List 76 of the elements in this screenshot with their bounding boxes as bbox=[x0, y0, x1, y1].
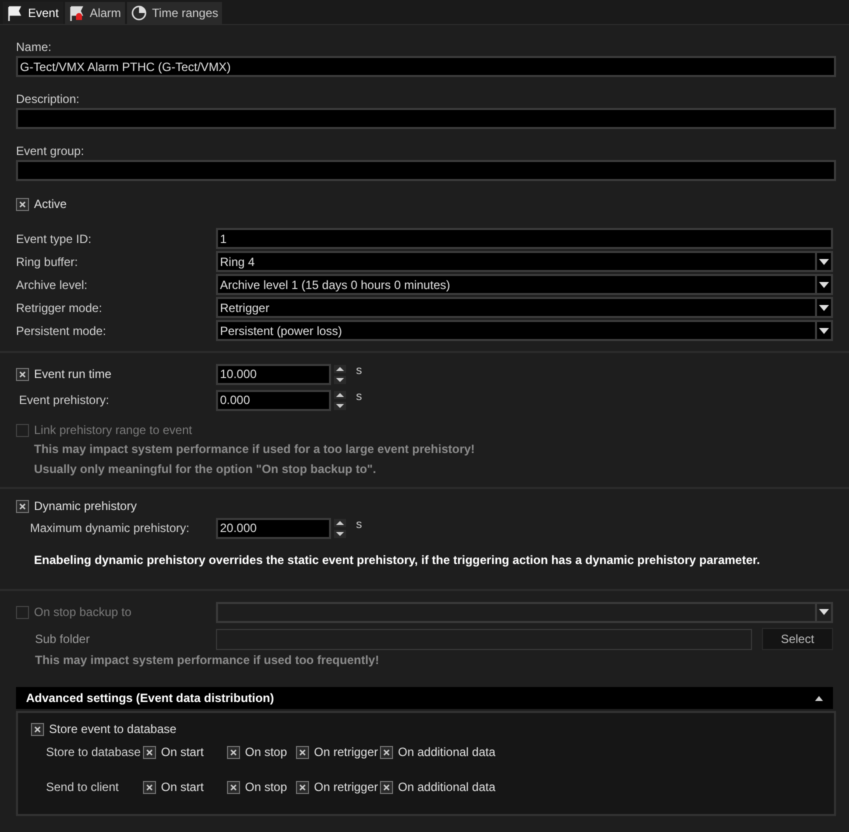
dropdown-arrow-icon bbox=[815, 604, 831, 620]
field-label: Sub folder bbox=[34, 631, 91, 648]
checkbox-label: On stop bbox=[245, 744, 288, 761]
row-label: Send to client bbox=[46, 779, 120, 796]
field-label: Retrigger mode: bbox=[16, 300, 104, 316]
checkbox[interactable] bbox=[16, 368, 29, 380]
input-field[interactable] bbox=[216, 628, 752, 650]
text-field[interactable]: G-Tect/VMX Alarm PTHC (G-Tect/VMX) bbox=[16, 56, 836, 77]
alarm-flag-icon bbox=[68, 6, 85, 20]
checkbox[interactable] bbox=[227, 746, 240, 758]
note-text: This may impact system performance if used for a too large event prehistory! bbox=[33, 441, 476, 458]
checkbox[interactable] bbox=[296, 746, 309, 758]
field-label: Maximum dynamic prehistory: bbox=[30, 520, 190, 537]
checkbox-label: On start bbox=[161, 779, 204, 796]
checkbox-label: Link prehistory range to event bbox=[34, 422, 192, 439]
number-field[interactable]: 20.000 bbox=[216, 518, 331, 538]
text-field[interactable] bbox=[16, 108, 836, 129]
checkbox[interactable] bbox=[16, 198, 29, 210]
checkbox[interactable] bbox=[16, 500, 29, 512]
field-label: Description: bbox=[16, 91, 80, 108]
checkbox[interactable] bbox=[143, 780, 156, 794]
checkbox-label: On stop bbox=[245, 779, 288, 796]
field-label: Event prehistory: bbox=[19, 392, 110, 409]
note-text: Usually only meaningful for the option "On stop backup to". bbox=[33, 461, 378, 478]
select-button[interactable]: Select bbox=[762, 628, 833, 650]
tab[interactable]: Event bbox=[3, 2, 63, 24]
section-title: Advanced settings (Event data distribution) bbox=[26, 690, 276, 707]
checkbox[interactable] bbox=[143, 746, 156, 758]
number-field[interactable]: 0.000 bbox=[216, 390, 331, 410]
unit-label: s bbox=[356, 388, 362, 405]
spinner-icon[interactable] bbox=[334, 390, 346, 410]
flag-icon bbox=[7, 6, 23, 20]
checkbox[interactable] bbox=[380, 780, 393, 794]
dropdown-arrow-icon bbox=[815, 276, 831, 293]
dropdown[interactable]: Ring 4 bbox=[216, 251, 833, 272]
note-text: Enabeling dynamic prehistory overrides the static event prehistory, if the triggering action has a dynamic prehistory parameter. bbox=[33, 552, 761, 569]
field-label: Persistent mode: bbox=[16, 322, 108, 340]
dropdown[interactable]: Archive level 1 (15 days 0 hours 0 minutes) bbox=[216, 274, 833, 295]
number-field[interactable]: 10.000 bbox=[216, 364, 331, 384]
clock-icon bbox=[131, 5, 148, 21]
text-field[interactable] bbox=[16, 160, 836, 181]
checkbox-label: On retrigger bbox=[314, 779, 378, 796]
spinner-icon[interactable] bbox=[334, 364, 346, 384]
checkbox[interactable] bbox=[227, 780, 240, 794]
checkbox[interactable] bbox=[380, 746, 393, 758]
unit-label: s bbox=[356, 362, 362, 379]
tab[interactable]: Alarm bbox=[64, 2, 126, 24]
dropdown[interactable]: Persistent (power loss) bbox=[216, 320, 833, 341]
unit-label: s bbox=[356, 516, 362, 533]
checkbox-label: On additional data bbox=[398, 744, 496, 761]
checkbox[interactable] bbox=[31, 722, 44, 736]
field-label: Event group: bbox=[16, 143, 86, 160]
field-label: Ring buffer: bbox=[16, 254, 79, 270]
input-field[interactable]: 1 bbox=[216, 228, 833, 249]
spinner-icon[interactable] bbox=[334, 518, 346, 538]
dropdown[interactable]: Retrigger bbox=[216, 297, 833, 318]
collapse-icon bbox=[815, 696, 823, 700]
checkbox-label: Active bbox=[34, 196, 67, 213]
section-header[interactable]: Advanced settings (Event data distribution) bbox=[16, 687, 833, 709]
checkbox-label: On retrigger bbox=[314, 744, 378, 761]
dropdown-arrow-icon bbox=[815, 299, 831, 316]
checkbox-label: Event run time bbox=[34, 366, 112, 383]
checkbox-label: Dynamic prehistory bbox=[34, 498, 137, 515]
dropdown-arrow-icon bbox=[815, 253, 831, 270]
row-label: Store to database bbox=[46, 744, 142, 761]
checkbox-label: Store event to database bbox=[49, 721, 176, 738]
note-text: This may impact system performance if used too frequently! bbox=[34, 652, 380, 669]
tab[interactable]: Time ranges bbox=[127, 2, 222, 24]
checkbox-label: On start bbox=[161, 744, 204, 761]
field-label: Event type ID: bbox=[16, 230, 92, 248]
field-label: Name: bbox=[16, 39, 52, 56]
checkbox-label: On stop backup to bbox=[34, 604, 132, 621]
dropdown-arrow-icon bbox=[815, 322, 831, 339]
checkbox-label: On additional data bbox=[398, 779, 496, 796]
field-label: Archive level: bbox=[16, 276, 88, 294]
checkbox[interactable] bbox=[296, 780, 309, 794]
